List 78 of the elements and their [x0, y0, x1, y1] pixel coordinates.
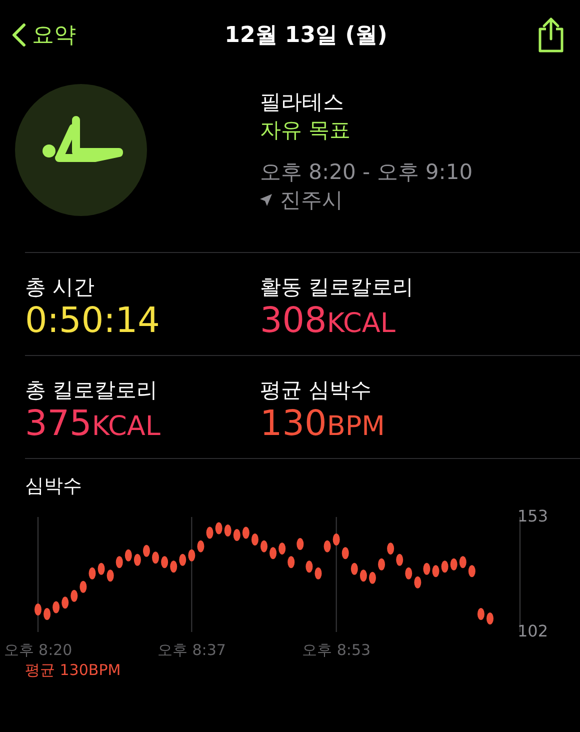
metric-value: 130 — [260, 404, 327, 444]
pilates-icon — [15, 84, 147, 216]
heart-rate-point — [106, 570, 114, 582]
heart-rate-point — [468, 565, 476, 578]
workout-time-range: 오후 8:20 - 오후 9:10 — [260, 159, 473, 186]
heart-rate-point — [242, 526, 250, 539]
x-tick-label: 오후 8:20 — [4, 641, 72, 657]
heart-rate-point — [405, 567, 412, 580]
heart-rate-point — [314, 567, 322, 580]
heart-rate-point — [224, 524, 232, 537]
heart-rate-point — [206, 526, 214, 539]
metric-unit: BPM — [326, 411, 385, 442]
heart-rate-point — [197, 540, 204, 552]
heart-rate-point — [324, 540, 331, 552]
heart-rate-point — [233, 529, 240, 542]
heart-rate-point — [34, 603, 42, 616]
workout-location: 진주시 — [280, 187, 343, 214]
heart-rate-point — [124, 549, 132, 562]
heart-rate-point — [350, 562, 358, 575]
heart-rate-point — [423, 562, 430, 575]
metric-unit: KCAL — [92, 411, 160, 442]
chevron-left-icon — [12, 23, 26, 47]
location-arrow-icon — [260, 194, 272, 206]
metric-value: 375 — [25, 404, 92, 444]
heart-rate-point — [70, 590, 78, 602]
heart-rate-point — [170, 560, 178, 573]
heart-rate-point — [215, 522, 222, 534]
heart-rate-point — [288, 556, 295, 568]
y-tick-label: 102 — [517, 621, 548, 640]
workout-goal: 자유 목표 — [260, 117, 352, 144]
nav-title: 12월 13일 (월) — [224, 22, 388, 50]
heart-rate-point — [486, 612, 494, 624]
heart-rate-point — [98, 562, 105, 575]
x-tick-label: 오후 8:53 — [302, 641, 371, 657]
heart-rate-point — [251, 534, 258, 546]
heart-rate-point — [142, 544, 150, 557]
heart-rate-point — [270, 547, 277, 560]
heart-rate-point — [260, 540, 268, 552]
heart-rate-point — [296, 538, 304, 550]
metric-label: 총 킬로칼로리 — [25, 377, 159, 404]
heart-rate-point — [116, 556, 123, 568]
metric-label: 총 시간 — [25, 274, 96, 301]
x-tick-label: 오후 8:37 — [157, 641, 226, 657]
y-tick-label: 153 — [517, 507, 548, 526]
metric-value: 308 — [260, 301, 327, 341]
heart-rate-point — [278, 542, 286, 555]
heart-rate-point — [378, 558, 386, 570]
heart-rate-point — [161, 556, 168, 568]
average-heart-rate: 평균 130BPM — [25, 661, 122, 680]
heart-rate-point — [368, 572, 376, 584]
back-button[interactable]: 요약 — [12, 20, 76, 50]
heart-rate-point — [88, 567, 96, 580]
metric-value: 0:50:14 — [25, 301, 160, 341]
heart-rate-point — [179, 554, 186, 566]
heart-rate-point — [432, 565, 440, 578]
heart-rate-point — [360, 570, 367, 582]
heart-rate-point — [387, 542, 394, 555]
heart-rate-point — [332, 534, 340, 546]
heart-rate-point — [477, 608, 484, 620]
heart-rate-point — [441, 560, 448, 573]
heart-rate-point — [306, 560, 313, 573]
heart-rate-point — [342, 547, 349, 560]
heart-rate-point — [44, 608, 51, 620]
heart-rate-point — [134, 554, 141, 566]
chart-title: 심박수 — [25, 474, 83, 499]
workout-name: 필라테스 — [260, 89, 345, 116]
heart-rate-point — [396, 554, 404, 566]
heart-rate-point — [52, 601, 60, 614]
heart-rate-point — [80, 580, 87, 593]
metric-unit: KCAL — [326, 308, 396, 339]
heart-rate-point — [450, 558, 458, 570]
heart-rate-point — [152, 552, 160, 564]
metric-label: 평균 심박수 — [260, 377, 373, 404]
metric-label: 활동 킬로칼로리 — [260, 274, 415, 301]
heart-rate-point — [459, 556, 466, 568]
heart-rate-point — [62, 596, 69, 609]
heart-rate-point — [414, 576, 422, 588]
heart-rate-point — [188, 549, 196, 562]
